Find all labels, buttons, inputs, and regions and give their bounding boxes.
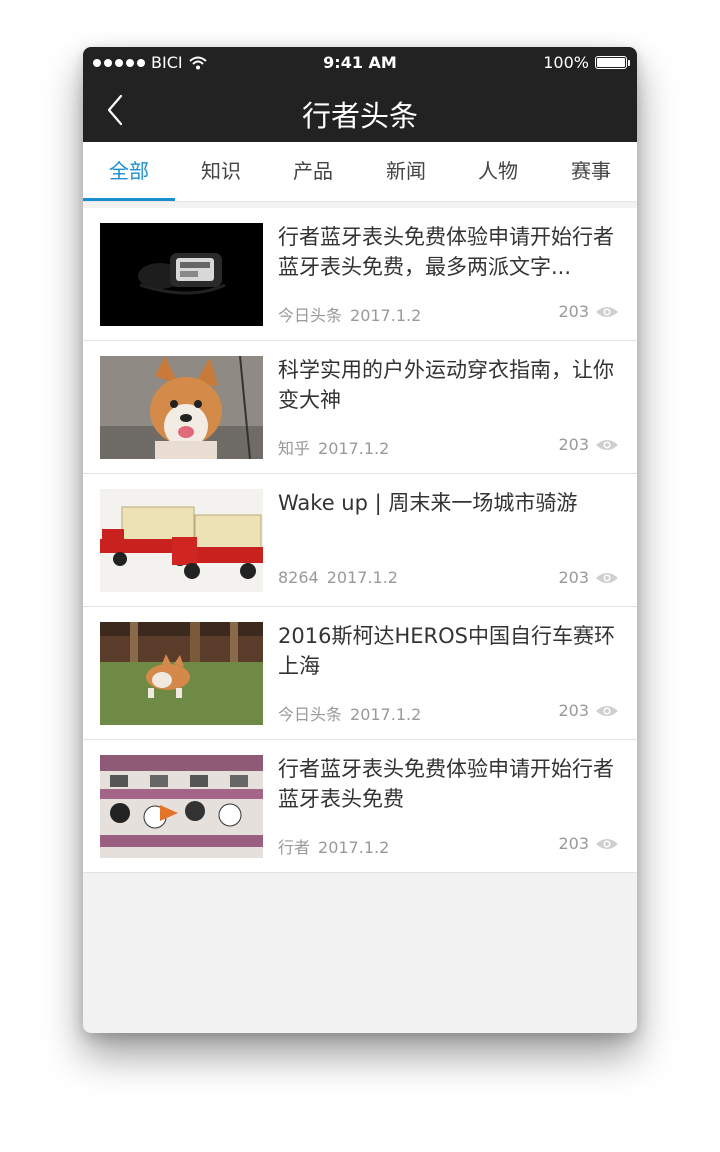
article-meta: 行者 2017.1.2 — [278, 834, 389, 858]
list-item[interactable]: 行者蓝牙表头免费体验申请开始行者蓝牙表头免费，最多两派文字... 今日头条 201… — [83, 208, 637, 341]
article-source: 今日头条 — [278, 306, 343, 325]
list-item[interactable]: 行者蓝牙表头免费体验申请开始行者蓝牙表头免费 行者 2017.1.2 203 — [83, 740, 637, 873]
tab-label: 赛事 — [571, 159, 611, 183]
category-tabs: 全部 知识 产品 新闻 人物 赛事 — [83, 142, 637, 202]
view-count: 203 — [558, 435, 619, 454]
article-title: Wake up | 周末来一场城市骑游 — [278, 491, 578, 515]
article-date: 2017.1.2 — [350, 705, 422, 724]
article-meta: 知乎 2017.1.2 — [278, 435, 389, 459]
list-item[interactable]: Wake up | 周末来一场城市骑游 8264 2017.1.2 203 — [83, 474, 637, 607]
tab-people[interactable]: 人物 — [452, 142, 544, 202]
view-count-value: 203 — [558, 568, 589, 587]
view-count: 203 — [558, 568, 619, 587]
article-meta: 8264 2017.1.2 — [278, 568, 398, 587]
article-source: 知乎 — [278, 439, 311, 458]
pattern-fabric-photo — [100, 755, 263, 858]
view-count-value: 203 — [558, 701, 589, 720]
article-source: 8264 — [278, 568, 319, 587]
tab-news[interactable]: 新闻 — [360, 142, 452, 202]
view-count-value: 203 — [558, 435, 589, 454]
tab-knowledge[interactable]: 知识 — [175, 142, 267, 202]
battery-status: 100% — [543, 53, 630, 72]
article-date: 2017.1.2 — [318, 838, 390, 857]
toy-trucks-photo — [100, 489, 263, 592]
article-date: 2017.1.2 — [326, 568, 398, 587]
eye-icon — [596, 572, 618, 583]
tab-products[interactable]: 产品 — [267, 142, 359, 202]
eye-icon — [596, 838, 618, 849]
page-title: 行者头条 — [301, 99, 418, 133]
article-title: 科学实用的户外运动穿衣指南，让你变大神 — [278, 358, 614, 412]
phone-frame: BICI 9:41 AM 100% 行者头条 全部 知识 产品 新闻 人物 赛事… — [83, 47, 637, 1033]
eye-icon — [596, 439, 618, 450]
article-source: 今日头条 — [278, 705, 343, 724]
view-count: 203 — [558, 701, 619, 720]
nav-bar: 行者头条 — [83, 79, 637, 142]
running-corgi-photo — [100, 622, 263, 725]
tab-label: 新闻 — [386, 159, 426, 183]
view-count-value: 203 — [558, 834, 589, 853]
battery-percent: 100% — [543, 53, 589, 72]
article-title: 2016斯柯达HEROS中国自行车赛环上海 — [278, 624, 615, 678]
tab-label: 知识 — [201, 159, 241, 183]
corgi-photo — [100, 356, 263, 459]
tab-label: 全部 — [109, 159, 149, 183]
view-count-value: 203 — [558, 302, 589, 321]
article-date: 2017.1.2 — [318, 439, 390, 458]
tab-label: 人物 — [478, 159, 518, 183]
view-count: 203 — [558, 834, 619, 853]
article-title: 行者蓝牙表头免费体验申请开始行者蓝牙表头免费 — [278, 757, 614, 811]
header: BICI 9:41 AM 100% 行者头条 — [83, 47, 637, 142]
list-item[interactable]: 2016斯柯达HEROS中国自行车赛环上海 今日头条 2017.1.2 203 — [83, 607, 637, 740]
article-date: 2017.1.2 — [350, 306, 422, 325]
tab-all[interactable]: 全部 — [83, 142, 175, 202]
article-source: 行者 — [278, 838, 311, 857]
article-title: 行者蓝牙表头免费体验申请开始行者蓝牙表头免费，最多两派文字... — [278, 225, 614, 279]
list-item[interactable]: 科学实用的户外运动穿衣指南，让你变大神 知乎 2017.1.2 203 — [83, 341, 637, 474]
view-count: 203 — [558, 302, 619, 321]
tab-label: 产品 — [293, 159, 333, 183]
active-tab-indicator — [83, 198, 175, 201]
eye-icon — [596, 705, 618, 716]
tab-events[interactable]: 赛事 — [545, 142, 637, 202]
battery-icon — [595, 56, 630, 69]
eye-icon — [596, 306, 618, 317]
article-meta: 今日头条 2017.1.2 — [278, 701, 421, 725]
article-list: 行者蓝牙表头免费体验申请开始行者蓝牙表头免费，最多两派文字... 今日头条 201… — [83, 208, 637, 873]
article-meta: 今日头条 2017.1.2 — [278, 302, 421, 326]
bike-computer-photo — [100, 223, 263, 326]
status-bar: BICI 9:41 AM 100% — [83, 47, 637, 79]
